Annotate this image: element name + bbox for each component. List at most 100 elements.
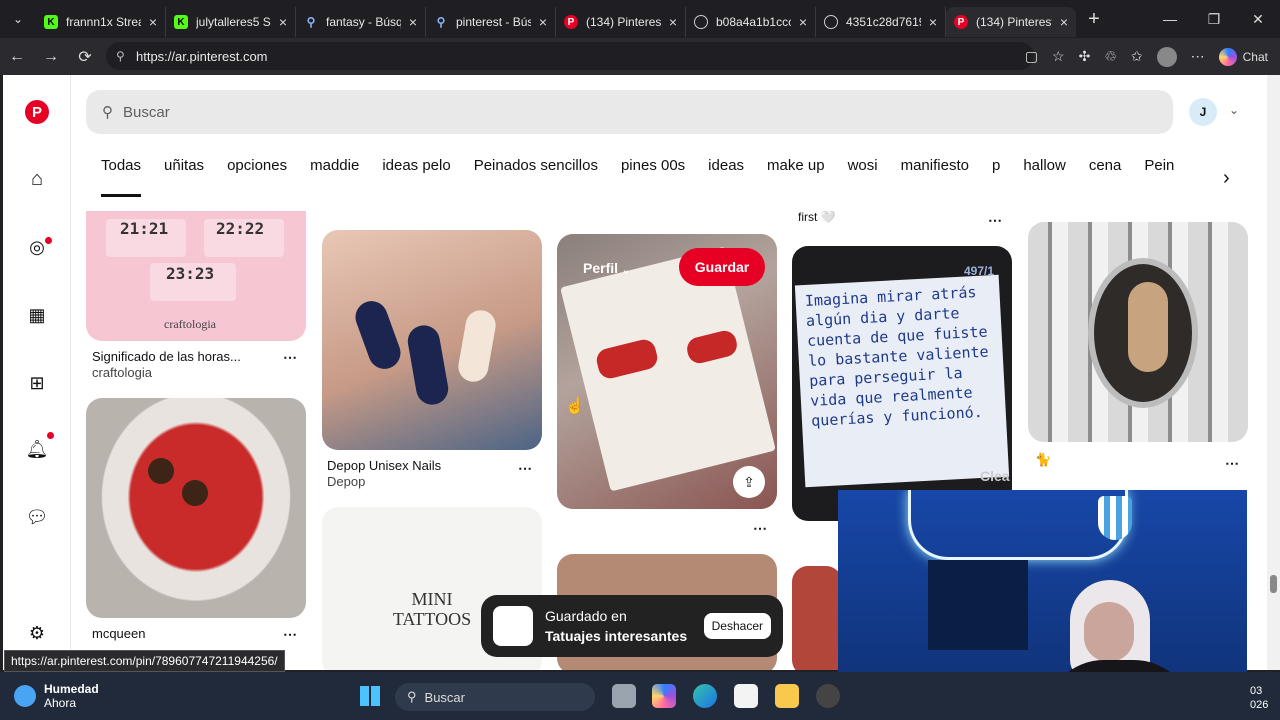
pin-source[interactable]: Depop [327,474,365,489]
pin-cars-card[interactable]: Perfil ⌄ Guardar ⇪ [557,234,777,509]
category-tab[interactable]: p [992,157,1000,197]
category-tab[interactable]: ideas pelo [382,157,450,197]
category-tab[interactable]: wosi [848,157,878,197]
pin-title[interactable]: mcqueen [92,626,145,641]
pin-source[interactable]: craftologia [92,365,152,380]
favorites-icon[interactable]: ✩ [1131,48,1143,65]
browser-tab[interactable]: b08a4a1b1ccc9 × [686,7,816,37]
microsoft-store-icon[interactable] [734,684,758,708]
close-tab-icon[interactable]: × [1060,14,1068,30]
save-pin-button[interactable]: Guardar [679,248,765,286]
category-tab[interactable]: cena [1089,157,1122,197]
category-tab[interactable]: Pein [1144,157,1174,197]
pin-more-icon[interactable]: ⋯ [753,520,767,537]
pin-caption[interactable]: first 🤍 [798,210,836,224]
close-window-button[interactable]: ✕ [1236,11,1280,28]
close-tab-icon[interactable]: × [799,14,807,30]
pin-photo-collage[interactable] [1028,222,1248,442]
category-tab[interactable]: opciones [227,157,287,197]
new-tab-button[interactable]: + [1076,8,1112,31]
pin-craftologia[interactable]: 21:21 22:22 23:23 craftologia [86,211,306,341]
task-view-icon[interactable] [612,684,636,708]
pin-more-icon[interactable]: ⋯ [283,349,297,366]
tab-list-button[interactable]: ⌄ [0,12,36,26]
pin-more-icon[interactable]: ⋯ [283,626,297,643]
pin-more-icon[interactable]: ⋯ [1225,455,1239,472]
close-tab-icon[interactable]: × [929,14,937,30]
browser-tab[interactable]: Kfrannn1x Stream × [36,7,166,37]
pinterest-sidebar: P ⌂ ◎ ▦ ⊞ 🔔︎ 💬︎ ⚙ [3,75,71,670]
boards-icon[interactable]: ▦ [25,303,49,327]
category-tab[interactable]: Todas [101,157,142,197]
pin-title[interactable]: Significado de las horas... [92,349,241,364]
browser-tab[interactable]: P (134) Pinterest × [556,7,686,37]
notifications-icon[interactable]: 🔔︎ [25,437,49,461]
tattoos-text: MINI TATTOOS [392,589,472,629]
pin-more-icon[interactable]: ⋯ [518,460,532,477]
messages-icon[interactable]: 💬︎ [25,505,49,529]
browser-tab[interactable]: ⚲ pinterest - Búsq × [426,7,556,37]
forward-button[interactable]: → [34,48,68,66]
pin-title[interactable]: Depop Unisex Nails [327,458,441,473]
category-tab[interactable]: maddie [310,157,359,197]
weather-widget[interactable]: Humedad Ahora [14,682,99,710]
category-tab[interactable]: pines 00s [621,157,685,197]
chat-label: Chat [1242,49,1268,64]
pin-quote[interactable]: 497/1 Imagina mirar atrás algún dia y da… [792,246,1012,521]
share-icon[interactable]: ⇪ [733,466,765,498]
pin-cake[interactable] [86,398,306,618]
category-tab[interactable]: hallow [1023,157,1066,197]
taskbar-search[interactable]: ⚲ Buscar [395,683,595,711]
maximize-window-button[interactable]: ❐ [1192,11,1236,28]
category-tab[interactable]: Peinados sencillos [474,157,598,197]
close-tab-icon[interactable]: × [539,14,547,30]
pin-nails[interactable] [322,230,542,450]
user-avatar[interactable]: J [1189,98,1217,126]
scrollbar-thumb[interactable] [1270,575,1277,593]
browser-tab[interactable]: 4351c28d7619 × [816,7,946,37]
windows-start-icon[interactable] [360,686,380,706]
category-tab[interactable]: uñitas [164,157,204,197]
pin-partial-bottom[interactable] [792,566,842,670]
board-selector[interactable]: Perfil ⌄ [583,260,630,276]
categories-next-icon[interactable]: › [1223,167,1230,190]
more-options-icon[interactable]: ⋯ [1191,48,1205,65]
close-tab-icon[interactable]: × [149,14,157,30]
toast-board-name[interactable]: Tatuajes interesantes [545,626,692,646]
close-tab-icon[interactable]: × [669,14,677,30]
copilot-chat-button[interactable]: Chat [1218,47,1268,66]
undo-button[interactable]: Deshacer [703,613,771,639]
category-tab[interactable]: ideas [708,157,744,197]
close-tab-icon[interactable]: × [409,14,417,30]
page-scrollbar[interactable] [1267,75,1280,670]
clock[interactable]: 03 026 [1250,684,1268,712]
pinterest-logo-icon[interactable]: P [25,100,49,124]
site-info-icon[interactable]: ⚲ [116,49,125,63]
copilot-app-icon[interactable] [652,684,676,708]
obs-icon[interactable] [816,684,840,708]
search-bar[interactable]: ⚲ Buscar [86,90,1173,134]
pin-more-icon[interactable]: ⋯ [988,212,1002,229]
edge-browser-icon[interactable] [693,684,717,708]
close-tab-icon[interactable]: × [279,14,287,30]
minimize-window-button[interactable]: — [1148,11,1192,27]
favorite-star-icon[interactable]: ☆ [1052,48,1065,65]
category-tab[interactable]: manifiesto [901,157,969,197]
browser-tab[interactable]: Kjulytalleres5 Stre × [166,7,296,37]
back-button[interactable]: ← [0,48,34,66]
reload-button[interactable]: ⟳ [68,47,102,67]
browser-tab[interactable]: P (134) Pinterest × [946,7,1076,37]
url-field[interactable]: ⚲ https://ar.pinterest.com [106,42,1034,70]
file-explorer-icon[interactable] [775,684,799,708]
settings-icon[interactable]: ⚙ [25,621,49,645]
browser-tab[interactable]: ⚲ fantasy - Búsqu × [296,7,426,37]
reader-icon[interactable]: ▢ [1025,48,1038,65]
profile-avatar-icon[interactable] [1156,46,1177,67]
account-chevron-icon[interactable]: ⌄ [1229,103,1239,117]
create-icon[interactable]: ⊞ [25,371,49,395]
home-icon[interactable]: ⌂ [25,167,49,191]
copilot-icon [1218,47,1237,66]
extensions-icon[interactable]: ✣ [1079,48,1091,65]
category-tab[interactable]: make up [767,157,825,197]
collections-icon[interactable]: ♲ [1104,48,1117,65]
